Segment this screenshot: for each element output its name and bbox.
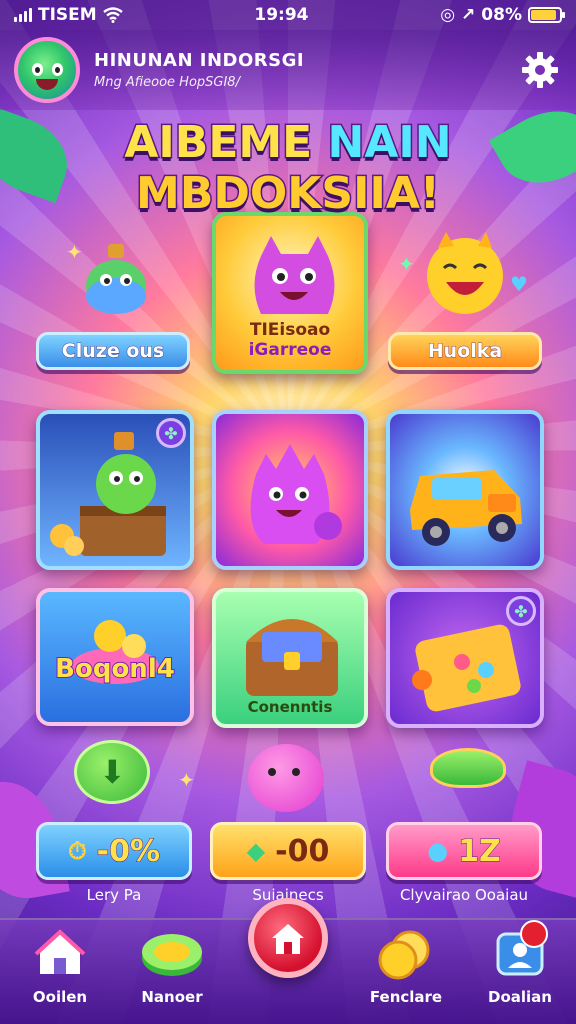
stat-1-value: -0% bbox=[96, 833, 161, 869]
featured-label-line-2: iGarreoe bbox=[248, 340, 332, 360]
mushroom-icon bbox=[430, 748, 506, 788]
nav-home-label: Ooilen bbox=[32, 988, 88, 1006]
nav-disc-label: Nanoer bbox=[141, 988, 203, 1006]
header-text: HINUNAN INDORSGI Mng Afieooe HopSGI8/ bbox=[94, 50, 518, 90]
mode-button-3-label: Huolka bbox=[427, 340, 503, 363]
profile-header: HINUNAN INDORSGI Mng Afieooe HopSGI8/ bbox=[0, 30, 576, 110]
player-subtitle: Mng Afieooe HopSGI8/ bbox=[94, 75, 240, 90]
tile-badge[interactable]: ✤ bbox=[156, 418, 186, 448]
status-bar: TISEM 19:94 ◎ ↗ 08% bbox=[0, 0, 576, 30]
game-tile-car[interactable] bbox=[386, 410, 544, 570]
home-center-icon bbox=[272, 924, 304, 954]
nav-coins-label: Fenclare bbox=[369, 988, 443, 1006]
featured-tile-label: TIEisoao iGarreoe bbox=[216, 320, 364, 360]
title-word-1: AIBEME bbox=[123, 116, 314, 169]
gear-icon bbox=[522, 52, 558, 88]
location-icon: ↗ bbox=[461, 5, 476, 25]
game-tile-chest-creature[interactable]: ✤ bbox=[36, 410, 194, 570]
mode-button-1[interactable]: Cluze ous bbox=[36, 332, 190, 370]
stat-1-caption: Lery Pa bbox=[86, 886, 142, 904]
game-tile-bonus[interactable]: Boqonl4 bbox=[36, 588, 194, 726]
stat-2-value: -00 bbox=[275, 833, 330, 869]
stat-3-value: 1Z bbox=[458, 833, 502, 869]
game-tile-golden-chest[interactable]: ✤ bbox=[386, 588, 544, 728]
tile-badge[interactable]: ✤ bbox=[506, 596, 536, 626]
green-arrow-coin-icon: ⬇ bbox=[74, 740, 150, 804]
green-creature-icon bbox=[78, 236, 154, 316]
featured-label-line-1: TIEisoao bbox=[249, 320, 331, 340]
pink-blob-icon bbox=[250, 444, 342, 544]
stat-card-1[interactable]: ⏱ -0% bbox=[36, 822, 192, 880]
wifi-icon bbox=[102, 7, 123, 23]
title-line-1: AIBEME NAIN bbox=[0, 116, 576, 169]
settings-button[interactable] bbox=[518, 48, 562, 92]
title-word-2: NAIN bbox=[326, 116, 453, 169]
battery-icon bbox=[528, 7, 565, 23]
nav-profile-label: Doalian bbox=[488, 988, 552, 1006]
alarm-icon: ◎ bbox=[440, 5, 456, 25]
carrier-label: TISEM bbox=[38, 5, 97, 25]
yellow-creature-icon bbox=[420, 228, 510, 318]
featured-tile[interactable]: TIEisoao iGarreoe bbox=[212, 212, 368, 374]
player-name: HINUNAN INDORSGI bbox=[94, 50, 305, 71]
pink-ghost-icon bbox=[248, 744, 324, 812]
home-icon bbox=[34, 929, 86, 974]
sparkle-icon: ✦ bbox=[66, 240, 83, 264]
nav-item-center-home[interactable] bbox=[248, 898, 328, 978]
clover-icon: ✤ bbox=[514, 601, 528, 621]
sparkle-icon: ♥ bbox=[510, 272, 528, 296]
title-line-2: MBDOKSIIA! bbox=[135, 167, 442, 221]
status-left: TISEM bbox=[14, 5, 123, 25]
nav-item-profile[interactable]: Doalian bbox=[472, 920, 568, 1006]
mode-button-3[interactable]: Huolka bbox=[388, 332, 542, 370]
stat-card-3[interactable]: ● 1Z bbox=[386, 822, 542, 880]
signal-icon bbox=[14, 8, 32, 22]
game-title-banner: AIBEME NAIN MBDOKSIIA! bbox=[0, 116, 576, 221]
disc-icon bbox=[142, 934, 202, 976]
notification-badge bbox=[520, 920, 548, 948]
candy-icon: ● bbox=[427, 837, 449, 865]
gem-icon: ◆ bbox=[246, 837, 266, 865]
nav-item-coins[interactable]: Fenclare bbox=[358, 928, 454, 1006]
status-right: ◎ ↗ 08% bbox=[440, 5, 565, 25]
treasure-chest-icon bbox=[246, 619, 338, 696]
game-tile-pink-blob[interactable] bbox=[212, 410, 368, 570]
sparkle-icon: ✦ bbox=[178, 768, 195, 792]
nav-item-disc[interactable]: Nanoer bbox=[124, 928, 220, 1006]
sparkle-icon: ✦ bbox=[398, 252, 415, 276]
stat-card-2[interactable]: ◆ -00 bbox=[210, 822, 366, 880]
timer-icon: ⏱ bbox=[67, 837, 87, 865]
bonus-tile-label: Boqonl4 bbox=[54, 653, 176, 685]
clover-icon: ✤ bbox=[164, 423, 178, 443]
nav-item-home[interactable]: Ooilen bbox=[12, 928, 108, 1006]
coin-icon bbox=[378, 930, 430, 980]
game-tile-contents[interactable]: Conenntis bbox=[212, 588, 368, 728]
bottom-nav: Ooilen Nanoer Fenclare Doalian bbox=[0, 898, 576, 1024]
clock: 19:94 bbox=[254, 5, 309, 25]
golden-car-icon bbox=[410, 470, 522, 546]
avatar[interactable] bbox=[14, 37, 80, 103]
stat-3-caption: Clyvairao Ooaiau bbox=[399, 886, 529, 904]
contents-tile-label: Conenntis bbox=[247, 698, 333, 716]
battery-percent: 08% bbox=[481, 5, 522, 25]
mode-button-1-label: Cluze ous bbox=[61, 340, 165, 363]
